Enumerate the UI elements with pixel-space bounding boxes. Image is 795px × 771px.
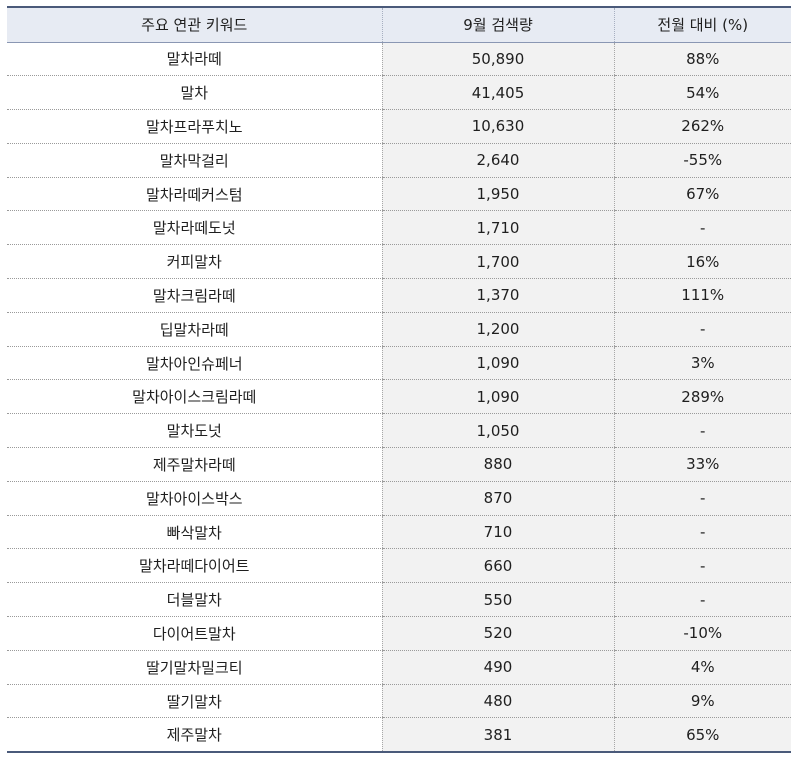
cell-search-volume: 1,200 <box>381 312 614 347</box>
cell-search-volume: 480 <box>381 684 614 719</box>
cell-mom-change: 67% <box>613 177 791 212</box>
cell-mom-change: 3% <box>613 346 791 381</box>
table-row: 말차라떼 50,890 88% <box>7 42 791 77</box>
header-search-volume: 9월 검색량 <box>381 6 614 43</box>
table-row: 말차라떼다이어트 660- <box>7 548 791 584</box>
cell-search-volume: 870 <box>381 481 614 516</box>
table-row: 말차라떼커스텀 1,950 67% <box>7 177 791 212</box>
cell-keyword: 말차아이스크림라떼 <box>7 379 382 415</box>
table-header: 주요 연관 키워드 9월 검색량 전월 대비 (%) <box>7 6 791 43</box>
cell-search-volume: 41,405 <box>381 75 614 111</box>
cell-mom-change: 262% <box>613 109 791 144</box>
cell-keyword: 말차라떼커스텀 <box>7 177 382 212</box>
cell-keyword: 말차라떼도넛 <box>7 210 382 246</box>
cell-mom-change: 9% <box>613 684 791 719</box>
cell-mom-change: -10% <box>613 616 791 651</box>
cell-mom-change: 54% <box>613 75 791 111</box>
table-row: 말차아이스크림라떼 1,090 289% <box>7 379 791 415</box>
cell-search-volume: 660 <box>381 548 614 584</box>
table-row: 말차라떼도넛 1,710- <box>7 210 791 246</box>
cell-search-volume: 2,640 <box>381 143 614 178</box>
cell-keyword: 더블말차 <box>7 582 382 618</box>
table-row: 말차 41,405 54% <box>7 75 791 111</box>
cell-search-volume: 550 <box>381 582 614 618</box>
cell-mom-change: - <box>613 312 791 347</box>
table-row: 말차도넛 1,050- <box>7 413 791 449</box>
cell-search-volume: 1,700 <box>381 244 614 280</box>
cell-search-volume: 381 <box>381 717 614 753</box>
cell-search-volume: 1,710 <box>381 210 614 246</box>
cell-keyword: 딸기말차 <box>7 684 382 719</box>
cell-keyword: 말차라떼 <box>7 42 382 77</box>
table-row: 말차프라푸치노 10,630 262% <box>7 109 791 144</box>
keyword-table-container: 주요 연관 키워드 9월 검색량 전월 대비 (%) 말차라떼 50,890 88%… <box>7 6 791 753</box>
cell-keyword: 제주말차 <box>7 717 382 753</box>
cell-mom-change: 111% <box>613 278 791 313</box>
cell-mom-change: 16% <box>613 244 791 280</box>
table-row: 말차아인슈페너 1,090 3% <box>7 346 791 381</box>
cell-search-volume: 1,090 <box>381 346 614 381</box>
header-row: 주요 연관 키워드 9월 검색량 전월 대비 (%) <box>7 6 791 43</box>
cell-keyword: 말차프라푸치노 <box>7 109 382 144</box>
table-row: 말차막걸리 2,640 -55% <box>7 143 791 178</box>
table-row: 말차아이스박스 870- <box>7 481 791 516</box>
cell-keyword: 다이어트말차 <box>7 616 382 651</box>
cell-mom-change: - <box>613 582 791 618</box>
table-row: 다이어트말차 520 -10% <box>7 616 791 651</box>
cell-search-volume: 1,950 <box>381 177 614 212</box>
cell-search-volume: 1,050 <box>381 413 614 449</box>
cell-mom-change: - <box>613 210 791 246</box>
cell-mom-change: - <box>613 413 791 449</box>
cell-keyword: 제주말차라떼 <box>7 447 382 482</box>
cell-keyword: 말차아인슈페너 <box>7 346 382 381</box>
cell-search-volume: 10,630 <box>381 109 614 144</box>
table-row: 커피말차 1,700 16% <box>7 244 791 280</box>
cell-mom-change: 4% <box>613 650 791 685</box>
keyword-search-volume-table: 주요 연관 키워드 9월 검색량 전월 대비 (%) 말차라떼 50,890 88%… <box>7 6 791 753</box>
cell-keyword: 딥말차라떼 <box>7 312 382 347</box>
cell-search-volume: 710 <box>381 515 614 550</box>
cell-search-volume: 490 <box>381 650 614 685</box>
cell-search-volume: 880 <box>381 447 614 482</box>
cell-mom-change: - <box>613 548 791 584</box>
cell-keyword: 말차막걸리 <box>7 143 382 178</box>
cell-mom-change: 289% <box>613 379 791 415</box>
cell-keyword: 커피말차 <box>7 244 382 280</box>
cell-mom-change: 88% <box>613 42 791 77</box>
table-row: 딸기말차 480 9% <box>7 684 791 719</box>
cell-search-volume: 1,370 <box>381 278 614 313</box>
table-row: 딥말차라떼 1,200- <box>7 312 791 347</box>
cell-keyword: 말차라떼다이어트 <box>7 548 382 584</box>
header-keyword: 주요 연관 키워드 <box>7 6 382 43</box>
cell-keyword: 말차 <box>7 75 382 111</box>
cell-search-volume: 50,890 <box>381 42 614 77</box>
table-row: 제주말차 381 65% <box>7 717 791 753</box>
cell-mom-change: -55% <box>613 143 791 178</box>
table-row: 더블말차 550- <box>7 582 791 618</box>
cell-mom-change: 65% <box>613 717 791 753</box>
table-row: 말차크림라떼 1,370 111% <box>7 278 791 313</box>
cell-search-volume: 1,090 <box>381 379 614 415</box>
cell-mom-change: - <box>613 481 791 516</box>
cell-keyword: 말차아이스박스 <box>7 481 382 516</box>
table-body: 말차라떼 50,890 88% 말차 41,405 54% 말차프라푸치노 10,630 262… <box>7 42 791 753</box>
cell-mom-change: 33% <box>613 447 791 482</box>
table-row: 딸기말차밀크티 490 4% <box>7 650 791 685</box>
table-row: 빠삭말차 710- <box>7 515 791 550</box>
table-row: 제주말차라떼 880 33% <box>7 447 791 482</box>
cell-keyword: 빠삭말차 <box>7 515 382 550</box>
cell-keyword: 말차도넛 <box>7 413 382 449</box>
cell-keyword: 말차크림라떼 <box>7 278 382 313</box>
cell-keyword: 딸기말차밀크티 <box>7 650 382 685</box>
header-mom-change: 전월 대비 (%) <box>613 6 791 43</box>
cell-search-volume: 520 <box>381 616 614 651</box>
cell-mom-change: - <box>613 515 791 550</box>
